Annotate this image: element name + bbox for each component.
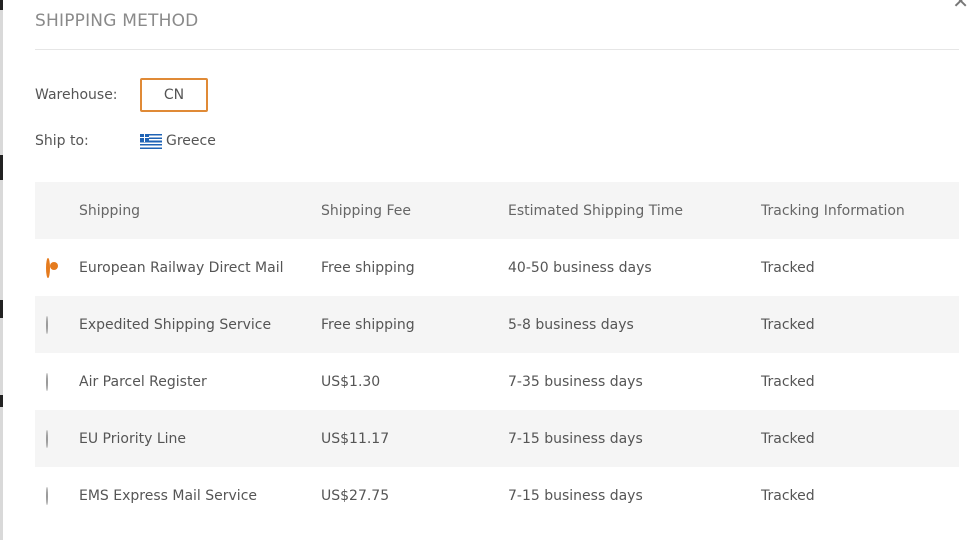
warehouse-option-button[interactable]: CN [140, 78, 208, 112]
shipping-time: 7-35 business days [508, 373, 643, 390]
dialog-title: SHIPPING METHOD [35, 11, 199, 31]
radio-button[interactable] [46, 257, 50, 278]
shipping-fee: US$11.17 [321, 430, 390, 447]
radio-button[interactable] [46, 372, 48, 391]
country-name: Greece [166, 133, 216, 149]
warehouse-label: Warehouse: [35, 87, 118, 103]
background-edge-mark [0, 395, 3, 407]
tracking-info: Tracked [761, 373, 815, 390]
title-divider [35, 49, 959, 50]
shipping-name: EMS Express Mail Service [79, 487, 258, 504]
greece-flag-icon [140, 133, 162, 149]
table-row[interactable]: Air Parcel Register US$1.30 7-35 busines… [35, 353, 959, 410]
shipping-time: 7-15 business days [508, 487, 643, 504]
table-row[interactable]: European Railway Direct Mail Free shippi… [35, 239, 959, 296]
header-estimated-time: Estimated Shipping Time [508, 202, 683, 219]
shipping-time: 40-50 business days [508, 259, 652, 276]
shipping-time: 5-8 business days [508, 316, 634, 333]
shipping-method-dialog: SHIPPING METHOD Warehouse: CN Ship to: G… [35, 0, 959, 540]
tracking-info: Tracked [761, 487, 815, 504]
radio-button[interactable] [46, 429, 48, 448]
header-shipping-fee: Shipping Fee [321, 202, 412, 219]
table-row[interactable]: Expedited Shipping Service Free shipping… [35, 296, 959, 353]
shipping-name: European Railway Direct Mail [79, 259, 284, 276]
shipping-options-table: Shipping Shipping Fee Estimated Shipping… [35, 182, 959, 524]
shipping-name: Expedited Shipping Service [79, 316, 272, 333]
shipping-time: 7-15 business days [508, 430, 643, 447]
radio-button[interactable] [46, 315, 48, 334]
shipping-fee: US$27.75 [321, 487, 390, 504]
tracking-info: Tracked [761, 316, 815, 333]
background-edge-mark [0, 155, 3, 180]
shipping-fee: US$1.30 [321, 373, 381, 390]
shipping-name: EU Priority Line [79, 430, 186, 447]
background-window-edge [0, 0, 3, 540]
table-row[interactable]: EU Priority Line US$11.17 7-15 business … [35, 410, 959, 467]
ship-to-country: Greece [140, 133, 216, 149]
shipping-fee: Free shipping [321, 316, 415, 333]
tracking-info: Tracked [761, 430, 815, 447]
header-shipping: Shipping [79, 202, 141, 219]
table-header-row: Shipping Shipping Fee Estimated Shipping… [35, 182, 959, 239]
table-row[interactable]: EMS Express Mail Service US$27.75 7-15 b… [35, 467, 959, 524]
shipping-name: Air Parcel Register [79, 373, 207, 390]
header-tracking: Tracking Information [761, 202, 905, 219]
background-edge-mark [0, 0, 3, 10]
shipping-fee: Free shipping [321, 259, 415, 276]
tracking-info: Tracked [761, 259, 815, 276]
ship-to-label: Ship to: [35, 133, 89, 149]
background-edge-mark [0, 300, 3, 318]
radio-button[interactable] [46, 486, 48, 505]
